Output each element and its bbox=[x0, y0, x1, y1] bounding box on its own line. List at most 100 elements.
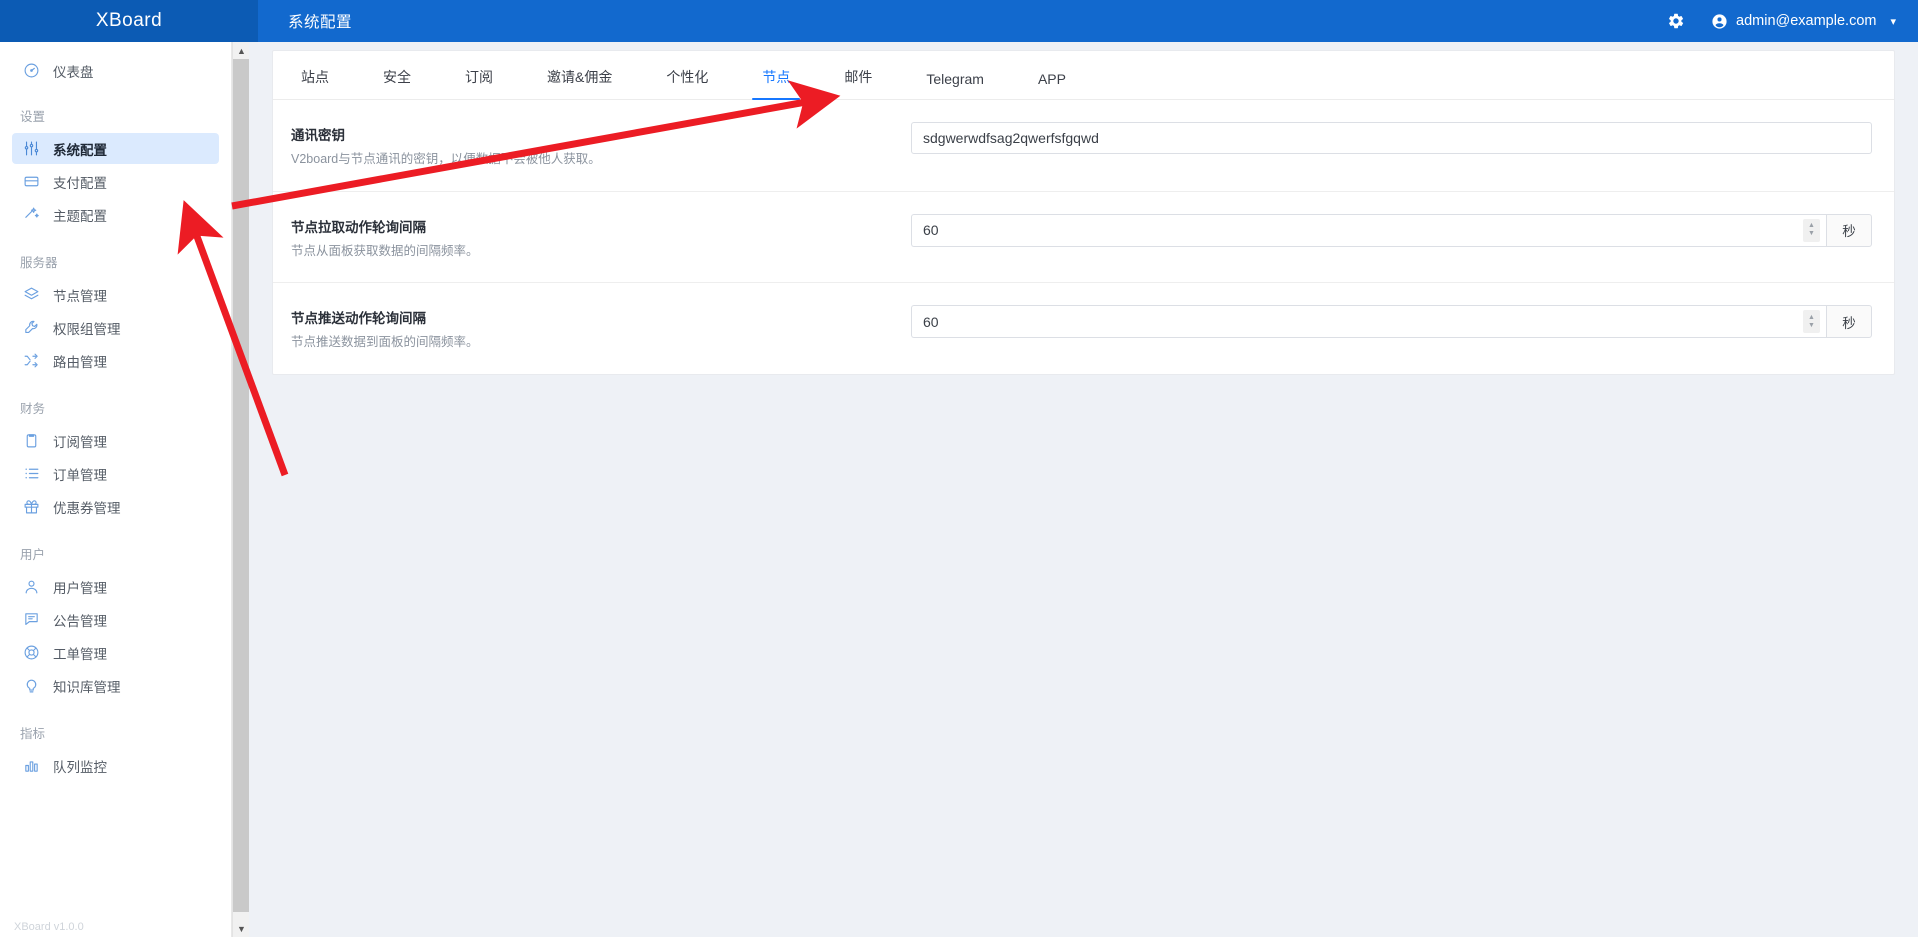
chevron-down-icon: ▾ bbox=[1890, 15, 1896, 28]
tab-6[interactable]: 邮件 bbox=[834, 67, 882, 99]
form-row-label: 节点拉取动作轮询间隔节点从面板获取数据的间隔频率。 bbox=[291, 214, 911, 261]
sidebar-item-chat-bubble[interactable]: 公告管理 bbox=[12, 604, 219, 635]
number-stepper-icon[interactable]: ▲▼ bbox=[1803, 219, 1820, 242]
sidebar-item-label: 队列监控 bbox=[53, 756, 107, 776]
wrench-icon bbox=[20, 319, 42, 337]
form-row-description: 节点推送数据到面板的间隔频率。 bbox=[291, 334, 911, 352]
form-row-title: 通讯密钥 bbox=[291, 124, 911, 144]
settings-tabs: 站点 安全 订阅 邀请&佣金 个性化 节点 邮件 Telegram APP bbox=[273, 51, 1894, 100]
form-text-input-0[interactable] bbox=[911, 122, 1872, 154]
sliders-icon bbox=[20, 140, 42, 158]
sidebar-item-sliders[interactable]: 系统配置 bbox=[12, 133, 219, 164]
sidebar-item-dashboard-gauge[interactable]: 仪表盘 bbox=[12, 55, 219, 86]
form-row: 节点拉取动作轮询间隔节点从面板获取数据的间隔频率。▲▼秒 bbox=[273, 192, 1894, 284]
shuffle-icon bbox=[20, 352, 42, 370]
sidebar-group-title: 用户 bbox=[0, 544, 231, 563]
sidebar-item-label: 优惠券管理 bbox=[53, 497, 121, 517]
account-circle-icon bbox=[1711, 13, 1728, 30]
sidebar-item-label: 节点管理 bbox=[53, 285, 107, 305]
input-suffix-addon: 秒 bbox=[1826, 305, 1872, 338]
tab-4[interactable]: 个性化 bbox=[656, 67, 718, 99]
tab-8[interactable]: APP bbox=[1028, 71, 1076, 99]
scroll-up-arrow-icon[interactable]: ▲ bbox=[233, 42, 250, 59]
sidebar-item-label: 主题配置 bbox=[53, 205, 107, 225]
magic-wand-icon bbox=[20, 206, 42, 224]
sidebar-item-lightbulb[interactable]: 知识库管理 bbox=[12, 670, 219, 701]
tab-7[interactable]: Telegram bbox=[916, 71, 994, 99]
sidebar-item-gift[interactable]: 优惠券管理 bbox=[12, 491, 219, 522]
form-row-title: 节点拉取动作轮询间隔 bbox=[291, 216, 911, 236]
number-input-wrapper: ▲▼ bbox=[911, 305, 1826, 338]
sidebar-item-layers[interactable]: 节点管理 bbox=[12, 279, 219, 310]
sidebar-item-lifebuoy[interactable]: 工单管理 bbox=[12, 637, 219, 668]
brand-logo[interactable]: XBoard bbox=[0, 0, 258, 42]
form-row-control: ▲▼ 秒 bbox=[911, 305, 1872, 338]
form-row-label: 通讯密钥 V2board与节点通讯的密钥，以便数据不会被他人获取。 bbox=[291, 122, 911, 169]
sidebar-group-title: 财务 bbox=[0, 398, 231, 417]
sidebar-item-label: 用户管理 bbox=[53, 577, 107, 597]
form-row-title: 节点推送动作轮询间隔 bbox=[291, 307, 911, 327]
sidebar-item-user[interactable]: 用户管理 bbox=[12, 571, 219, 602]
sidebar-item-label: 支付配置 bbox=[53, 172, 107, 192]
tab-2[interactable]: 订阅 bbox=[455, 67, 503, 99]
sidebar: 仪表盘设置系统配置支付配置主题配置服务器节点管理权限组管理路由管理财务订阅管理订… bbox=[0, 42, 232, 937]
number-input-wrapper: ▲▼ bbox=[911, 214, 1826, 247]
chat-bubble-icon bbox=[20, 611, 42, 629]
dashboard-gauge-icon bbox=[20, 62, 42, 80]
sidebar-group-title: 服务器 bbox=[0, 252, 231, 271]
main-vertical-scrollbar[interactable]: ▲ ▼ bbox=[232, 42, 249, 937]
list-icon bbox=[20, 465, 42, 483]
sidebar-group-title: 设置 bbox=[0, 106, 231, 125]
clipboard-icon bbox=[20, 432, 42, 450]
tab-5[interactable]: 节点 bbox=[752, 67, 800, 99]
sidebar-group-title: 指标 bbox=[0, 723, 231, 742]
sidebar-item-bar-chart[interactable]: 队列监控 bbox=[12, 750, 219, 781]
form-row-control: ▲▼秒 bbox=[911, 214, 1872, 247]
user-icon bbox=[20, 578, 42, 596]
sidebar-item-magic-wand[interactable]: 主题配置 bbox=[12, 199, 219, 230]
top-header-bar: XBoard 系统配置 admin@example.com ▾ bbox=[0, 0, 1918, 42]
scrollbar-thumb[interactable] bbox=[233, 59, 250, 912]
form-row: 节点推送动作轮询间隔节点推送数据到面板的间隔频率。 ▲▼ 秒 bbox=[273, 283, 1894, 374]
settings-card: 站点 安全 订阅 邀请&佣金 个性化 节点 邮件 Telegram APP 通讯密钥 V2boar… bbox=[272, 50, 1895, 375]
number-stepper-icon[interactable]: ▲▼ bbox=[1803, 310, 1820, 333]
form-row-control bbox=[911, 122, 1872, 154]
form-number-input-1[interactable] bbox=[911, 214, 1826, 247]
tab-0[interactable]: 站点 bbox=[291, 67, 339, 99]
gear-icon[interactable] bbox=[1663, 8, 1689, 34]
number-input-group: ▲▼秒 bbox=[911, 214, 1872, 247]
tab-3[interactable]: 邀请&佣金 bbox=[537, 67, 622, 99]
page-title: 系统配置 bbox=[288, 10, 352, 32]
lightbulb-icon bbox=[20, 677, 42, 695]
form-row-description: 节点从面板获取数据的间隔频率。 bbox=[291, 243, 911, 261]
sidebar-item-label: 知识库管理 bbox=[53, 676, 121, 696]
scroll-down-arrow-icon[interactable]: ▼ bbox=[233, 920, 250, 937]
form-row: 通讯密钥 V2board与节点通讯的密钥，以便数据不会被他人获取。 bbox=[273, 100, 1894, 192]
form-number-input-2[interactable] bbox=[911, 305, 1826, 338]
sidebar-item-credit-card[interactable]: 支付配置 bbox=[12, 166, 219, 197]
account-menu[interactable]: admin@example.com ▾ bbox=[1711, 0, 1896, 42]
sidebar-item-label: 系统配置 bbox=[53, 139, 107, 159]
credit-card-icon bbox=[20, 173, 42, 191]
header-actions: admin@example.com ▾ bbox=[1663, 0, 1918, 42]
sidebar-item-list[interactable]: 订单管理 bbox=[12, 458, 219, 489]
sidebar-item-label: 订单管理 bbox=[53, 464, 107, 484]
sidebar-item-label: 公告管理 bbox=[53, 610, 107, 630]
gift-icon bbox=[20, 498, 42, 516]
sidebar-item-label: 权限组管理 bbox=[53, 318, 121, 338]
sidebar-item-label: 工单管理 bbox=[53, 643, 107, 663]
sidebar-item-shuffle[interactable]: 路由管理 bbox=[12, 345, 219, 376]
sidebar-item-label: 仪表盘 bbox=[53, 61, 94, 81]
app-root: XBoard 系统配置 admin@example.com ▾ 仪表盘设置系统配… bbox=[0, 0, 1918, 937]
number-input-group: ▲▼ 秒 bbox=[911, 305, 1872, 338]
sidebar-item-label: 订阅管理 bbox=[53, 431, 107, 451]
sidebar-nav: 仪表盘设置系统配置支付配置主题配置服务器节点管理权限组管理路由管理财务订阅管理订… bbox=[0, 42, 231, 781]
sidebar-item-clipboard[interactable]: 订阅管理 bbox=[12, 425, 219, 456]
sidebar-item-wrench[interactable]: 权限组管理 bbox=[12, 312, 219, 343]
form-row-description: V2board与节点通讯的密钥，以便数据不会被他人获取。 bbox=[291, 151, 911, 169]
settings-form: 通讯密钥V2board与节点通讯的密钥，以便数据不会被他人获取。节点拉取动作轮询… bbox=[273, 100, 1894, 374]
tab-1[interactable]: 安全 bbox=[373, 67, 421, 99]
main-content: 站点 安全 订阅 邀请&佣金 个性化 节点 邮件 Telegram APP 通讯密钥 V2boar… bbox=[249, 42, 1918, 937]
sidebar-item-label: 路由管理 bbox=[53, 351, 107, 371]
sidebar-version: XBoard v1.0.0 bbox=[14, 921, 84, 933]
